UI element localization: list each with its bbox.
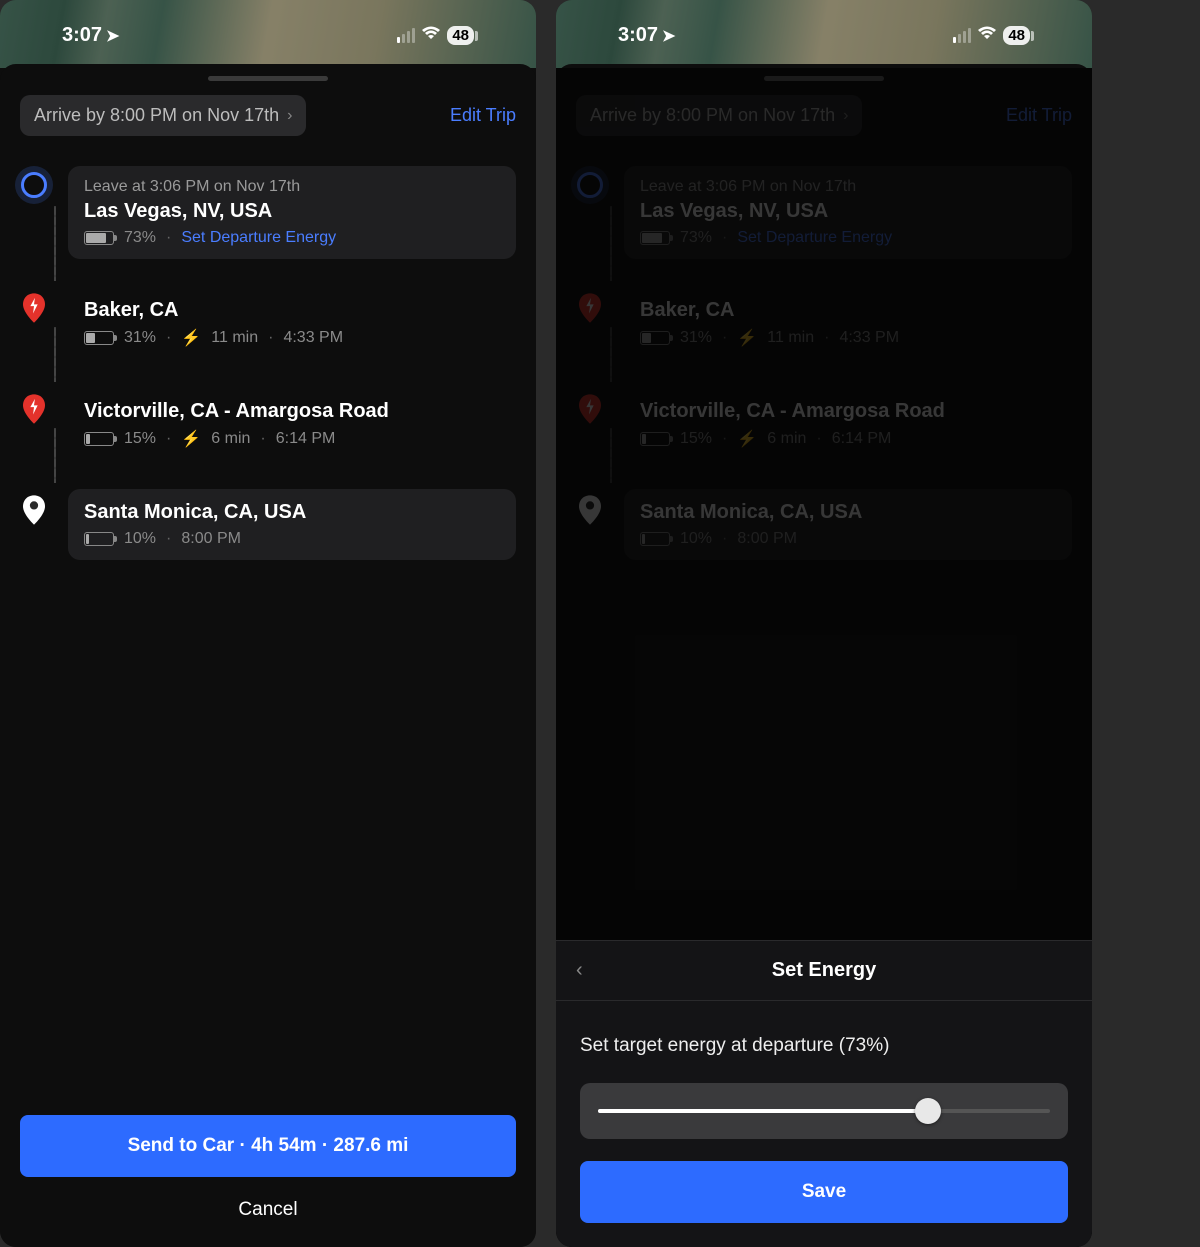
eta-value: 8:00 PM <box>737 530 797 548</box>
eta-value: 4:33 PM <box>283 329 343 347</box>
eta-value: 6:14 PM <box>276 430 336 448</box>
stops-list: Leave at 3:06 PM on Nov 17th Las Vegas, … <box>556 136 1092 588</box>
battery-icon <box>640 532 670 546</box>
soc-value: 15% <box>124 430 156 448</box>
set-energy-sheet: ‹ Set Energy Set target energy at depart… <box>556 940 1092 1247</box>
bolt-icon: ⚡ <box>737 429 757 449</box>
battery-icon: 48 <box>1003 26 1030 45</box>
clock: 3:07 <box>62 24 102 47</box>
stop-place: Santa Monica, CA, USA <box>640 501 1056 524</box>
battery-icon <box>640 331 670 345</box>
eta-value: 4:33 PM <box>839 329 899 347</box>
charge-duration: 11 min <box>211 329 258 347</box>
wifi-icon <box>977 25 997 46</box>
charge-duration: 11 min <box>767 329 814 347</box>
stop-place: Santa Monica, CA, USA <box>84 501 500 524</box>
phone-set-energy: 3:07 ➤ 48 Arrive by 8:00 PM on Nov 17th … <box>556 0 1092 1247</box>
location-icon: ➤ <box>662 26 675 46</box>
set-departure-energy-link: Set Departure Energy <box>737 229 892 247</box>
bolt-icon: ⚡ <box>181 328 201 348</box>
soc-value: 73% <box>680 229 712 247</box>
battery-icon <box>84 432 114 446</box>
stop-place: Las Vegas, NV, USA <box>84 200 500 223</box>
battery-icon: 48 <box>447 26 474 45</box>
sheet-title: Set Energy <box>576 959 1072 982</box>
map-peek: 3:07 ➤ 48 <box>556 0 1092 68</box>
stop-place: Victorville, CA - Amargosa Road <box>640 400 1056 423</box>
battery-icon <box>84 331 114 345</box>
destination-pin-icon <box>23 495 45 525</box>
bolt-icon: ⚡ <box>737 328 757 348</box>
soc-value: 73% <box>124 229 156 247</box>
energy-slider-label: Set target energy at departure (73%) <box>580 1035 1068 1057</box>
slider-fill <box>598 1109 928 1113</box>
stops-list: Leave at 3:06 PM on Nov 17th Las Vegas, … <box>0 136 536 588</box>
trip-sheet: Arrive by 8:00 PM on Nov 17th › Edit Tri… <box>0 64 536 1247</box>
supercharger-pin-icon <box>579 394 601 424</box>
sheet-grabber[interactable] <box>208 76 328 81</box>
stop-origin[interactable]: Leave at 3:06 PM on Nov 17th Las Vegas, … <box>20 166 516 287</box>
chevron-right-icon: › <box>843 107 848 125</box>
eta-value: 8:00 PM <box>181 530 241 548</box>
leave-time: Leave at 3:06 PM on Nov 17th <box>84 178 500 196</box>
soc-value: 15% <box>680 430 712 448</box>
stop-charger-2: Victorville, CA - Amargosa Road 15%· ⚡6 … <box>576 388 1072 489</box>
battery-icon <box>84 532 114 546</box>
stop-place: Baker, CA <box>640 299 1056 322</box>
status-bar: 3:07 ➤ 48 <box>0 24 536 47</box>
location-icon: ➤ <box>106 26 119 46</box>
stop-place: Victorville, CA - Amargosa Road <box>84 400 500 423</box>
soc-value: 31% <box>680 329 712 347</box>
stop-destination[interactable]: Santa Monica, CA, USA 10% · 8:00 PM <box>20 489 516 588</box>
cellular-icon <box>397 28 415 43</box>
arrive-by-label: Arrive by 8:00 PM on Nov 17th <box>34 105 279 126</box>
chevron-right-icon: › <box>287 107 292 125</box>
supercharger-pin-icon <box>579 293 601 323</box>
arrive-by-button[interactable]: Arrive by 8:00 PM on Nov 17th › <box>576 95 862 136</box>
send-to-car-button[interactable]: Send to Car · 4h 54m · 287.6 mi <box>20 1115 516 1177</box>
edit-trip-button[interactable]: Edit Trip <box>1006 105 1072 126</box>
charge-duration: 6 min <box>767 430 806 448</box>
status-bar: 3:07 ➤ 48 <box>556 24 1092 47</box>
battery-icon <box>84 231 114 245</box>
supercharger-pin-icon <box>23 293 45 323</box>
origin-marker-icon <box>21 172 47 198</box>
energy-slider[interactable] <box>580 1083 1068 1139</box>
stop-charger-1[interactable]: Baker, CA 31% · ⚡ 11 min · 4:33 PM <box>20 287 516 388</box>
phone-trip-plan: 3:07 ➤ 48 Arrive by 8:00 PM on Nov 17th … <box>0 0 536 1247</box>
cancel-button[interactable]: Cancel <box>20 1177 516 1227</box>
soc-value: 10% <box>124 530 156 548</box>
soc-value: 31% <box>124 329 156 347</box>
eta-value: 6:14 PM <box>832 430 892 448</box>
wifi-icon <box>421 25 441 46</box>
stop-place: Las Vegas, NV, USA <box>640 200 1056 223</box>
save-button[interactable]: Save <box>580 1161 1068 1223</box>
clock: 3:07 <box>618 24 658 47</box>
leave-time: Leave at 3:06 PM on Nov 17th <box>640 178 1056 196</box>
edit-trip-button[interactable]: Edit Trip <box>450 105 516 126</box>
stop-charger-1: Baker, CA 31%· ⚡11 min ·4:33 PM <box>576 287 1072 388</box>
slider-thumb[interactable] <box>915 1098 941 1124</box>
arrive-by-button[interactable]: Arrive by 8:00 PM on Nov 17th › <box>20 95 306 136</box>
back-button[interactable]: ‹ <box>576 959 583 982</box>
battery-icon <box>640 432 670 446</box>
soc-value: 10% <box>680 530 712 548</box>
origin-marker-icon <box>577 172 603 198</box>
stop-charger-2[interactable]: Victorville, CA - Amargosa Road 15% · ⚡ … <box>20 388 516 489</box>
charge-duration: 6 min <box>211 430 250 448</box>
bolt-icon: ⚡ <box>181 429 201 449</box>
map-peek: 3:07 ➤ 48 <box>0 0 536 68</box>
sheet-grabber[interactable] <box>764 76 884 81</box>
stop-destination: Santa Monica, CA, USA 10%· 8:00 PM <box>576 489 1072 588</box>
stop-origin: Leave at 3:06 PM on Nov 17th Las Vegas, … <box>576 166 1072 287</box>
cellular-icon <box>953 28 971 43</box>
set-departure-energy-link[interactable]: Set Departure Energy <box>181 229 336 247</box>
supercharger-pin-icon <box>23 394 45 424</box>
stop-place: Baker, CA <box>84 299 500 322</box>
destination-pin-icon <box>579 495 601 525</box>
arrive-by-label: Arrive by 8:00 PM on Nov 17th <box>590 105 835 126</box>
battery-icon <box>640 231 670 245</box>
